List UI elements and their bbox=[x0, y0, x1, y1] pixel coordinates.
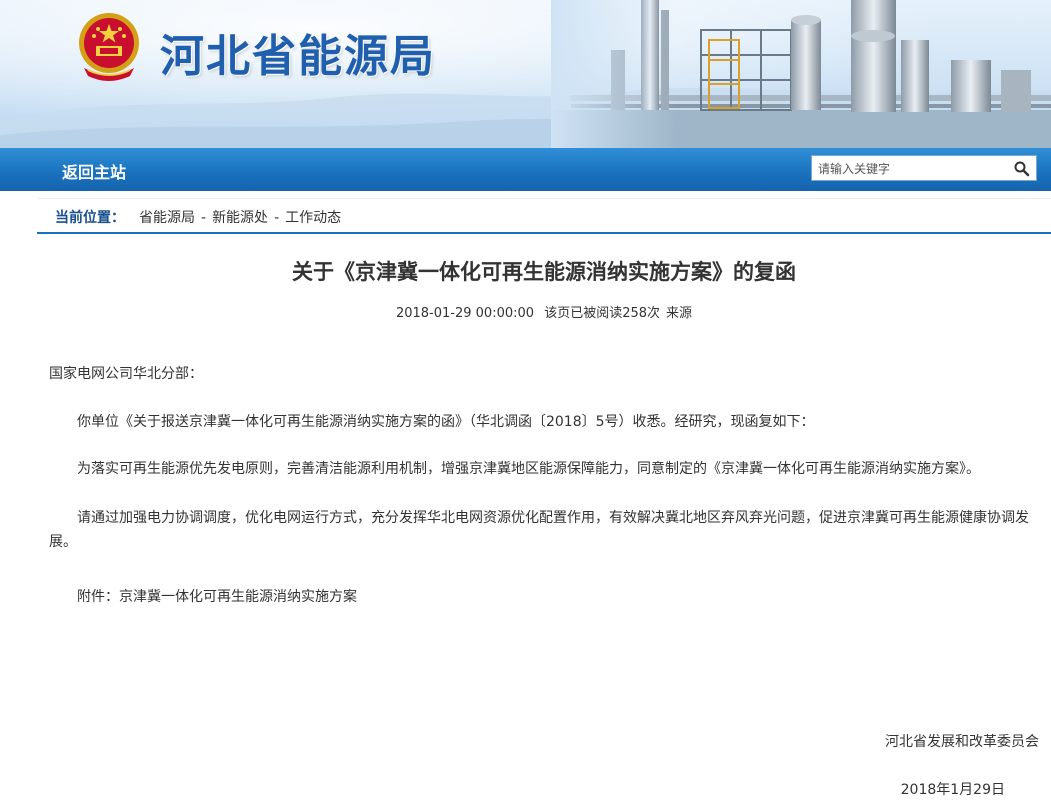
article-paragraph: 你单位《关于报送京津冀一体化可再生能源消纳实施方案的函》（华北调函〔2018〕5… bbox=[77, 414, 815, 430]
breadcrumb-separator: - bbox=[201, 210, 207, 226]
search-icon[interactable] bbox=[1013, 160, 1030, 177]
search-input[interactable] bbox=[818, 160, 1008, 178]
breadcrumb-separator: - bbox=[274, 210, 280, 226]
article-signature: 河北省发展和改革委员会 bbox=[885, 734, 1039, 750]
article-sign-date: 2018年1月29日 bbox=[900, 782, 1005, 798]
power-plant-illustration bbox=[551, 0, 1051, 148]
article-paragraph: 请通过加强电力协调调度，优化电网运行方式，充分发挥华北电网资源优化配置作用，有效… bbox=[49, 510, 1029, 550]
breadcrumb-item-energy-bureau[interactable]: 省能源局 bbox=[139, 210, 195, 226]
return-home-link[interactable]: 返回主站 bbox=[62, 159, 126, 183]
article-source: 来源 bbox=[666, 306, 693, 321]
breadcrumb-item-new-energy-dept[interactable]: 新能源处 bbox=[212, 210, 268, 226]
article-title: 关于《京津冀一体化可再生能源消纳实施方案》的复函 bbox=[292, 259, 796, 284]
search-box bbox=[811, 155, 1037, 181]
breadcrumb-item-work-news[interactable]: 工作动态 bbox=[285, 210, 341, 226]
header-banner: 河北省能源局 bbox=[0, 0, 1051, 148]
article-views: 该页已被阅读258次 bbox=[544, 306, 661, 321]
article-paragraph: 国家电网公司华北分部： bbox=[49, 366, 203, 382]
site-title: 河北省能源局 bbox=[160, 31, 436, 82]
breadcrumb-trail: 省能源局 - 新能源处 - 工作动态 bbox=[139, 207, 341, 227]
article-date: 2018-01-29 00:00:00 bbox=[395, 306, 535, 321]
article-attachment: 附件：京津冀一体化可再生能源消纳实施方案 bbox=[77, 589, 357, 605]
breadcrumb: 当前位置： 省能源局 - 新能源处 - 工作动态 bbox=[37, 198, 1051, 234]
article-paragraph: 为落实可再生能源优先发电原则，完善清洁能源利用机制，增强京津冀地区能源保障能力，… bbox=[77, 461, 980, 477]
national-emblem-icon bbox=[79, 13, 139, 81]
breadcrumb-label: 当前位置： bbox=[55, 210, 125, 226]
article-meta: 2018-01-29 00:00:00 该页已被阅读258次 来源 bbox=[0, 302, 1051, 321]
